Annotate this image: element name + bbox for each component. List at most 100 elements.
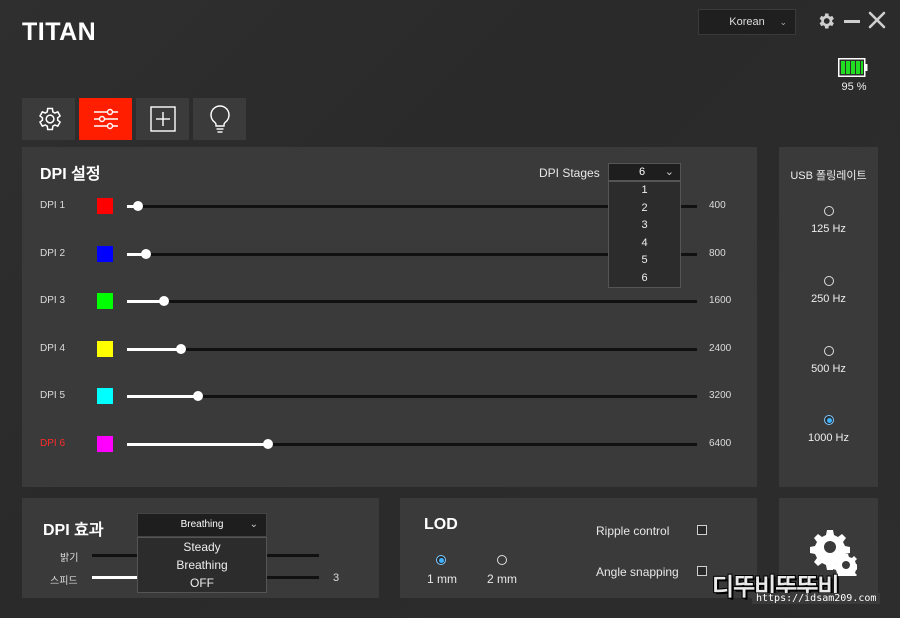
- dpi-row-5: DPI 5 3200: [40, 387, 740, 407]
- dpi-stages-option[interactable]: 3: [609, 217, 680, 235]
- dpi-color-swatch[interactable]: [97, 246, 113, 262]
- language-select-value: Korean: [729, 16, 765, 28]
- dpi-stages-dropdown: 1 2 3 4 5 6: [608, 181, 681, 288]
- dpi-effect-select[interactable]: Breathing ⌄: [137, 513, 267, 537]
- close-icon[interactable]: [868, 11, 886, 29]
- dpi-label[interactable]: DPI 4: [40, 343, 65, 354]
- usb-rate-radio[interactable]: [824, 206, 834, 216]
- speed-label: 스피드: [50, 576, 78, 587]
- dpi-value: 2400: [709, 343, 732, 354]
- dpi-color-swatch[interactable]: [97, 341, 113, 357]
- dpi-slider[interactable]: [127, 344, 697, 354]
- angle-snapping-label: Angle snapping: [596, 565, 679, 579]
- dpi-slider-handle[interactable]: [140, 249, 151, 259]
- dpi-value: 800: [709, 248, 726, 259]
- dpi-stages-select[interactable]: 6 ⌄: [608, 163, 681, 181]
- speed-value: 3: [333, 572, 340, 584]
- tab-macro[interactable]: [136, 98, 189, 140]
- language-select[interactable]: Korean ⌄: [698, 9, 796, 35]
- dpi-stages-option[interactable]: 2: [609, 200, 680, 218]
- dpi-value: 400: [709, 200, 726, 211]
- lod-panel: LOD 1 mm 2 mm Ripple control Angle snapp…: [400, 498, 757, 598]
- dpi-effect-value: Breathing: [180, 519, 224, 530]
- dpi-slider-handle[interactable]: [159, 296, 170, 306]
- settings-gear-icon: [38, 107, 61, 131]
- speed-slider-fill: [92, 576, 138, 579]
- dpi-value: 3200: [709, 390, 732, 401]
- lightbulb-icon: [209, 105, 230, 133]
- dpi-color-swatch[interactable]: [97, 388, 113, 404]
- dpi-slider-fill: [127, 395, 199, 398]
- dpi-slider-handle[interactable]: [176, 344, 187, 354]
- dpi-settings-title: DPI 설정: [40, 166, 101, 183]
- battery-percent: 95 %: [841, 81, 867, 93]
- dpi-label[interactable]: DPI 2: [40, 248, 65, 259]
- usb-rate-radio[interactable]: [824, 276, 834, 286]
- dpi-color-swatch[interactable]: [97, 293, 113, 309]
- dpi-label[interactable]: DPI 1: [40, 200, 65, 211]
- lod-2mm-label: 2 mm: [487, 572, 517, 586]
- tab-lighting[interactable]: [193, 98, 246, 140]
- chevron-down-icon: ⌄: [664, 166, 674, 178]
- usb-rate-label: 1000 Hz: [808, 432, 849, 444]
- dpi-label[interactable]: DPI 6: [40, 438, 65, 449]
- add-macro-icon: [149, 106, 176, 132]
- dpi-slider-handle[interactable]: [193, 391, 204, 401]
- dpi-stages-option[interactable]: 6: [609, 270, 680, 288]
- lod-2mm-radio[interactable]: [497, 555, 507, 565]
- dpi-label[interactable]: DPI 5: [40, 390, 65, 401]
- watermark: 디뚜비뚜뚜비 https://idsam209.com: [712, 567, 892, 613]
- usb-rate-radio[interactable]: [824, 415, 834, 425]
- dpi-slider[interactable]: [127, 391, 697, 401]
- dpi-row-6: DPI 6 6400: [40, 435, 740, 455]
- main-tabs: [22, 98, 246, 140]
- minimize-button[interactable]: [844, 20, 860, 23]
- ripple-control-checkbox[interactable]: [697, 525, 707, 535]
- dpi-slider-handle[interactable]: [262, 439, 273, 449]
- usb-polling-title: USB 폴링레이트: [790, 170, 867, 182]
- dpi-effect-dropdown: Steady Breathing OFF: [137, 537, 267, 593]
- dpi-effect-panel: DPI 효과 밝기 스피드 3 Breathing ⌄ Steady Breat…: [22, 498, 379, 598]
- dpi-label[interactable]: DPI 3: [40, 295, 65, 306]
- dpi-value: 1600: [709, 295, 732, 306]
- lod-1mm-radio[interactable]: [436, 555, 446, 565]
- dpi-slider[interactable]: [127, 439, 697, 449]
- dpi-row-3: DPI 3 1600: [40, 292, 740, 312]
- dpi-color-swatch[interactable]: [97, 436, 113, 452]
- chevron-down-icon: ⌄: [249, 519, 258, 530]
- dpi-value: 6400: [709, 438, 732, 449]
- usb-rate-label: 125 Hz: [811, 223, 846, 235]
- dpi-settings-panel: DPI 설정 DPI Stages 6 ⌄ 1 2 3 4 5 6 DPI 1 4…: [22, 147, 757, 487]
- settings-gear-icon[interactable]: [816, 11, 836, 31]
- dpi-effect-title: DPI 효과: [43, 522, 104, 539]
- dpi-color-swatch[interactable]: [97, 198, 113, 214]
- dpi-stages-option[interactable]: 4: [609, 235, 680, 253]
- dpi-slider-fill: [127, 348, 182, 351]
- tab-dpi-performance[interactable]: [79, 98, 132, 140]
- dpi-stages-value: 6: [639, 166, 646, 178]
- dpi-slider[interactable]: [127, 296, 697, 306]
- ripple-control-label: Ripple control: [596, 524, 670, 538]
- dpi-slider-handle[interactable]: [133, 201, 144, 211]
- dpi-effect-option[interactable]: Steady: [138, 538, 266, 556]
- tab-general-settings[interactable]: [22, 98, 75, 140]
- dpi-slider-fill: [127, 443, 268, 446]
- angle-snapping-checkbox[interactable]: [697, 566, 707, 576]
- usb-polling-panel: USB 폴링레이트 125 Hz 250 Hz 500 Hz 1000 Hz: [779, 147, 878, 487]
- app-window: TITAN Korean ⌄ 95 % DPI 설정 DPI Stages 6 …: [0, 0, 900, 618]
- brightness-label: 밝기: [60, 553, 79, 564]
- dpi-effect-option[interactable]: Breathing: [138, 556, 266, 574]
- dpi-stages-label: DPI Stages: [539, 166, 600, 180]
- battery-icon: [838, 58, 868, 77]
- watermark-url: https://idsam209.com: [752, 593, 881, 604]
- usb-rate-label: 250 Hz: [811, 293, 846, 305]
- titan-logo: TITAN: [22, 18, 97, 46]
- dpi-stages-option[interactable]: 1: [609, 182, 680, 200]
- lod-1mm-label: 1 mm: [427, 572, 457, 586]
- usb-rate-label: 500 Hz: [811, 363, 846, 375]
- lod-title: LOD: [424, 516, 458, 533]
- dpi-stages-option[interactable]: 5: [609, 252, 680, 270]
- dpi-effect-option[interactable]: OFF: [138, 574, 266, 592]
- chevron-down-icon: ⌄: [779, 17, 787, 27]
- usb-rate-radio[interactable]: [824, 346, 834, 356]
